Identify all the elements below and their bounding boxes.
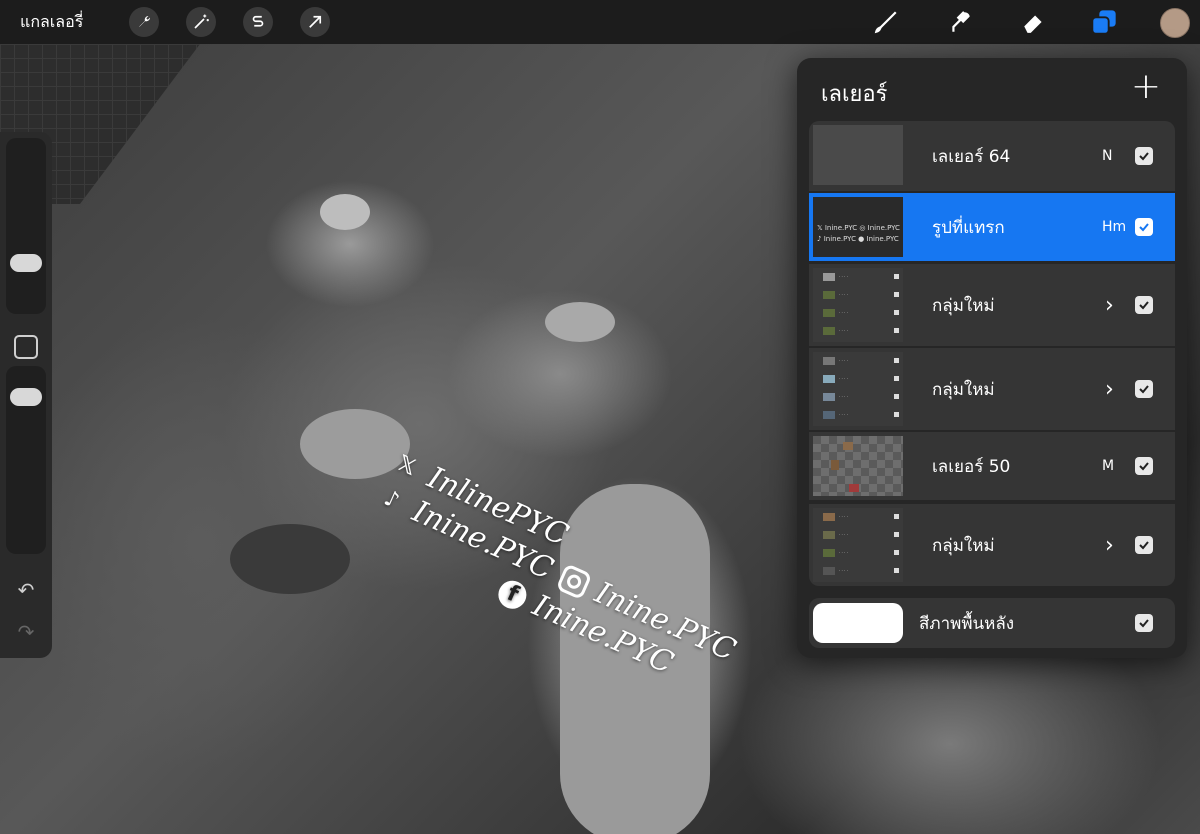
color-swatch[interactable] — [1160, 8, 1190, 38]
mini-layer: · · · · — [823, 530, 899, 539]
mini-layer: · · · · — [823, 356, 899, 365]
layer-row[interactable]: เลเยอร์ 64 N — [809, 121, 1175, 191]
mini-layer: · · · · — [823, 272, 899, 281]
tiktok-icon: ♪ — [380, 485, 404, 515]
group-thumbnail: · · · · · · · · · · · · · · · · — [813, 352, 903, 426]
layers-panel: เลเยอร์ + เลเยอร์ 64 N 𝕏 Inine.PYC ◎ Ini… — [797, 58, 1187, 658]
layer-group-row[interactable]: · · · · · · · · · · · · · · · · กลุ่มใหม… — [809, 504, 1175, 586]
layers-panel-title: เลเยอร์ — [821, 82, 888, 107]
chevron-right-icon[interactable]: › — [1105, 533, 1114, 558]
tiger-eye-right — [545, 302, 615, 342]
instagram-icon — [555, 562, 593, 600]
brush-size-slider[interactable] — [6, 138, 46, 314]
thumb-mark — [849, 484, 859, 492]
mini-layer: · · · · — [823, 512, 899, 521]
undo-icon[interactable]: ↶ — [14, 578, 38, 602]
mini-layer: · · · · — [823, 392, 899, 401]
layer-visibility-checkbox[interactable] — [1135, 536, 1153, 554]
tiger-mouth — [230, 524, 350, 594]
layer-name: เลเยอร์ 50 — [932, 456, 1011, 477]
eraser-icon[interactable] — [1018, 6, 1050, 38]
left-sidebar: ↶ ↷ — [0, 132, 52, 658]
chevron-right-icon[interactable]: › — [1105, 293, 1114, 318]
opacity-thumb[interactable] — [10, 388, 42, 406]
group-thumbnail: · · · · · · · · · · · · · · · · — [813, 268, 903, 342]
add-layer-button[interactable]: + — [1129, 69, 1163, 105]
redo-icon[interactable]: ↷ — [14, 620, 38, 644]
magic-wand-icon[interactable] — [186, 7, 216, 37]
brush-icon[interactable] — [870, 6, 902, 38]
layer-row-selected[interactable]: 𝕏 Inine.PYC ◎ Inine.PYC ♪ Inine.PYC ● In… — [809, 193, 1175, 261]
layer-name: กลุ่มใหม่ — [932, 295, 995, 316]
blend-mode[interactable]: M — [1102, 458, 1114, 474]
blend-mode[interactable]: N — [1102, 148, 1112, 164]
background-color-row[interactable]: สีภาพพื้นหลัง — [809, 598, 1175, 648]
thumb-mark — [843, 442, 853, 450]
layers-icon[interactable] — [1088, 6, 1120, 38]
layer-name: กลุ่มใหม่ — [932, 379, 995, 400]
group-thumbnail: · · · · · · · · · · · · · · · · — [813, 508, 903, 582]
modify-button[interactable] — [14, 335, 38, 359]
mini-layer: · · · · — [823, 290, 899, 299]
layer-thumbnail: 𝕏 Inine.PYC ◎ Inine.PYC ♪ Inine.PYC ● In… — [813, 197, 903, 257]
mini-layer: · · · · — [823, 308, 899, 317]
thumb-watermark-preview: 𝕏 Inine.PYC ◎ Inine.PYC — [817, 224, 900, 232]
wrench-icon[interactable] — [129, 7, 159, 37]
layer-row[interactable]: เลเยอร์ 50 M — [809, 432, 1175, 500]
mini-layer: · · · · — [823, 548, 899, 557]
thumb-watermark-preview: ♪ Inine.PYC ● Inine.PYC — [817, 235, 899, 243]
background-color-label: สีภาพพื้นหลัง — [919, 613, 1015, 634]
opacity-slider[interactable] — [6, 366, 46, 554]
mini-layer: · · · · — [823, 374, 899, 383]
mini-layer: · · · · — [823, 566, 899, 575]
chevron-right-icon[interactable]: › — [1105, 377, 1114, 402]
layer-visibility-checkbox[interactable] — [1135, 147, 1153, 165]
mini-layer: · · · · — [823, 410, 899, 419]
layer-name: เลเยอร์ 64 — [932, 146, 1011, 167]
mini-layer: · · · · — [823, 326, 899, 335]
smudge-icon[interactable] — [945, 6, 977, 38]
layer-name: รูปที่แทรก — [932, 217, 1005, 238]
tiger-eye-left — [320, 194, 370, 230]
blend-mode[interactable]: Hm — [1102, 219, 1126, 235]
layer-name: กลุ่มใหม่ — [932, 535, 995, 556]
facebook-icon: f — [494, 575, 532, 613]
transform-arrow-icon[interactable] — [300, 7, 330, 37]
layer-thumbnail — [813, 125, 903, 185]
thumb-mark — [831, 460, 839, 470]
gallery-button[interactable]: แกลเลอรี่ — [20, 10, 102, 35]
layer-thumbnail — [813, 436, 903, 496]
background-visibility-checkbox[interactable] — [1135, 614, 1153, 632]
selection-s-icon[interactable] — [243, 7, 273, 37]
background-color-swatch[interactable] — [813, 603, 903, 643]
layer-group-row[interactable]: · · · · · · · · · · · · · · · · กลุ่มใหม… — [809, 348, 1175, 430]
layer-group-row[interactable]: · · · · · · · · · · · · · · · · กลุ่มใหม… — [809, 264, 1175, 346]
layer-visibility-checkbox[interactable] — [1135, 457, 1153, 475]
layer-visibility-checkbox[interactable] — [1135, 218, 1153, 236]
layer-visibility-checkbox[interactable] — [1135, 380, 1153, 398]
brush-size-thumb[interactable] — [10, 254, 42, 272]
top-toolbar: แกลเลอรี่ — [0, 0, 1200, 44]
layer-visibility-checkbox[interactable] — [1135, 296, 1153, 314]
